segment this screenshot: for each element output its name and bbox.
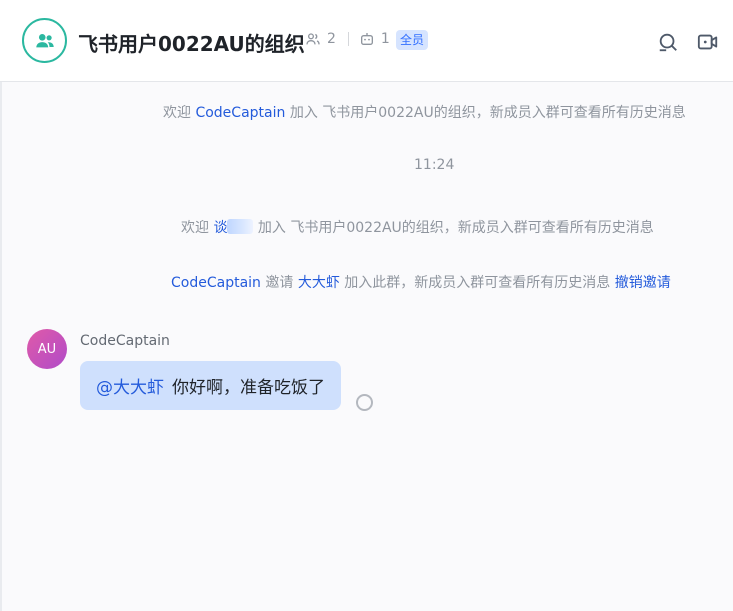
read-status-icon[interactable]	[356, 394, 373, 411]
message-text: 你好啊，准备吃饭了	[172, 378, 325, 398]
user-link-inviter[interactable]: CodeCaptain	[171, 275, 261, 291]
video-call-icon[interactable]	[697, 31, 719, 53]
group-avatar[interactable]	[22, 18, 67, 63]
user-link-blurred[interactable]: 谈	[213, 219, 254, 236]
system-message-join-2: 欢迎 谈 加入 飞书用户0022AU的组织，新成员入群可查看所有历史消息	[181, 219, 654, 236]
user-link-invitee[interactable]: 大大虾	[298, 275, 340, 291]
chat-title[interactable]: 飞书用户0022AU的组织	[78, 28, 305, 57]
member-count[interactable]: 2	[327, 31, 336, 47]
all-members-badge: 全员	[396, 30, 429, 50]
time-divider: 11:24	[414, 157, 455, 173]
bot-count[interactable]: 1	[381, 31, 390, 47]
bot-icon[interactable]	[359, 31, 375, 47]
system-message-join-1: 欢迎 CodeCaptain 加入 飞书用户0022AU的组织，新成员入群可查看…	[163, 105, 686, 121]
search-icon[interactable]	[657, 31, 679, 53]
user-link-codecaptain[interactable]: CodeCaptain	[195, 105, 285, 121]
avatar[interactable]: AU	[27, 329, 67, 369]
meta-divider	[347, 32, 349, 46]
members-icon[interactable]	[305, 31, 321, 47]
system-message-invite: CodeCaptain 邀请 大大虾 加入此群，新成员入群可查看所有历史消息 撤…	[171, 275, 671, 291]
message-bubble[interactable]: @大大虾 你好啊，准备吃饭了	[80, 361, 341, 410]
mention-link[interactable]: @大大虾	[96, 373, 164, 398]
group-users-icon	[35, 33, 54, 47]
left-divider	[0, 82, 2, 611]
chat-meta: 2 1	[305, 31, 392, 47]
revoke-invite-link[interactable]: 撤销邀请	[615, 275, 671, 291]
sender-name[interactable]: CodeCaptain	[80, 333, 170, 349]
chat-header: 飞书用户0022AU的组织 2 1 全员	[0, 0, 733, 82]
redacted-name	[227, 219, 254, 234]
